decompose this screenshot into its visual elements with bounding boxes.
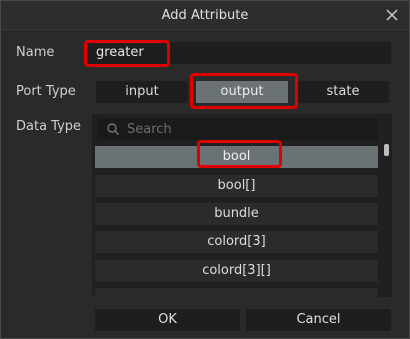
- name-label: Name: [16, 45, 55, 60]
- port-type-state-button[interactable]: state: [297, 81, 389, 103]
- data-type-search[interactable]: Search: [97, 118, 378, 140]
- title-bar: Add Attribute: [1, 1, 409, 30]
- data-type-label: Data Type: [16, 119, 82, 134]
- list-item-partial[interactable]: [95, 288, 378, 297]
- list-item-bool-array[interactable]: bool[]: [95, 175, 378, 197]
- list-item-colord3-array[interactable]: colord[3][]: [95, 260, 378, 282]
- search-placeholder: Search: [127, 122, 172, 137]
- name-input[interactable]: greater: [88, 42, 391, 64]
- port-type-input-button[interactable]: input: [96, 81, 188, 103]
- list-item-bundle[interactable]: bundle: [95, 203, 378, 225]
- add-attribute-dialog: Add Attribute Name greater Port Type inp…: [0, 0, 410, 339]
- data-type-list[interactable]: Search bool bool[] bundle colord[3] colo…: [92, 114, 392, 297]
- port-type-label: Port Type: [16, 84, 76, 99]
- port-type-output-button[interactable]: output: [196, 81, 288, 103]
- list-item-bool[interactable]: bool: [95, 146, 378, 168]
- dialog-title: Add Attribute: [161, 8, 249, 23]
- ok-button[interactable]: OK: [95, 309, 240, 331]
- list-scrollbar[interactable]: [384, 144, 389, 156]
- list-item-colord3[interactable]: colord[3]: [95, 231, 378, 253]
- close-icon[interactable]: [384, 7, 400, 23]
- cancel-button[interactable]: Cancel: [246, 309, 391, 331]
- search-icon: [106, 122, 120, 136]
